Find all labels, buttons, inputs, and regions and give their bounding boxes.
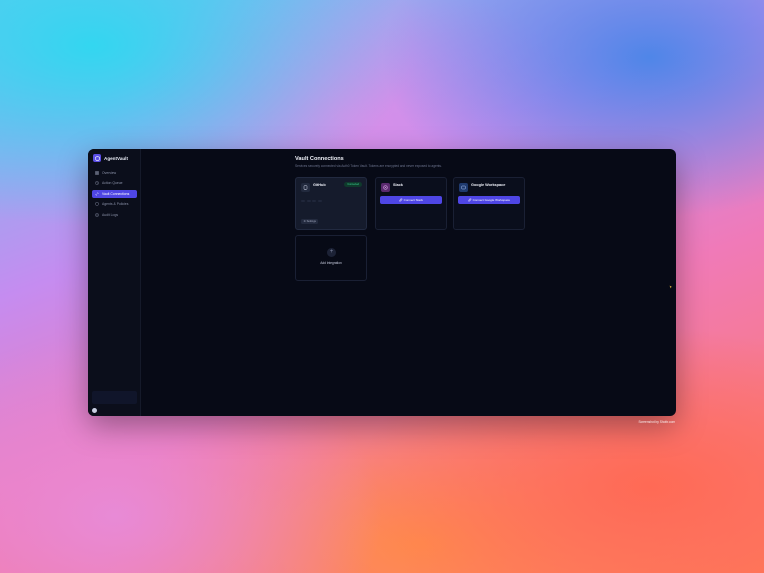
add-integration-title: Add Integration xyxy=(320,261,342,265)
grid-icon xyxy=(95,171,99,175)
scope-chip xyxy=(317,200,322,202)
scope-chip xyxy=(301,200,305,202)
link-icon: 🔗︎ xyxy=(399,198,403,202)
mouse-cursor-icon xyxy=(669,285,673,289)
scope-list xyxy=(301,200,363,202)
clock-icon xyxy=(95,181,99,186)
status-badge: Connected xyxy=(344,182,362,187)
environment-panel xyxy=(92,391,137,404)
connect-slack-button[interactable]: 🔗︎ Connect Slack xyxy=(380,196,442,204)
page-subtitle: Services securely connected via Auth0 To… xyxy=(295,164,442,168)
sidebar-item-label: Overview xyxy=(102,171,117,175)
card-title: Google Workspace xyxy=(471,183,506,187)
sidebar-item-vault-connections[interactable]: Vault Connections xyxy=(92,189,137,198)
sidebar-item-label: Agents & Policies xyxy=(102,202,129,207)
integration-card-github: GitHub Connected ⚙ Settings xyxy=(295,177,367,230)
sidebar-item-label: Vault Connections xyxy=(102,191,130,196)
gear-icon: ⚙ xyxy=(303,220,306,223)
sidebar-item-action-queue[interactable]: Action Queue xyxy=(92,179,137,187)
shield-logo-icon xyxy=(93,154,101,162)
connect-button-label: Connect Slack xyxy=(403,198,423,202)
connect-button-label: Connect Google Workspace xyxy=(472,198,511,202)
shield-icon xyxy=(95,202,99,207)
brand-name: AgentVault xyxy=(104,155,128,161)
document-icon xyxy=(95,212,99,217)
link-icon: 🔗︎ xyxy=(467,198,472,202)
plus-icon[interactable]: + xyxy=(327,248,336,257)
sidebar: AgentVault Overview Action Queue Vault C… xyxy=(88,149,141,416)
scope-chip xyxy=(306,200,311,202)
brand[interactable]: AgentVault xyxy=(93,154,128,162)
connect-google-workspace-button[interactable]: 🔗︎ Connect Google Workspace xyxy=(458,196,520,204)
add-integration-card[interactable]: + Add Integration xyxy=(295,235,367,281)
card-title: GitHub xyxy=(313,183,326,187)
avatar[interactable] xyxy=(92,407,97,413)
slack-icon xyxy=(381,183,390,192)
integration-card-google-workspace: Google Workspace 🔗︎ Connect Google Works… xyxy=(453,177,525,230)
settings-button[interactable]: ⚙ Settings xyxy=(301,219,319,224)
google-icon xyxy=(459,183,468,192)
github-icon xyxy=(301,183,310,192)
screenshot-credit: Screenshot by Shottr.com xyxy=(638,420,676,424)
main-content: Vault Connections Services securely conn… xyxy=(140,149,676,416)
sidebar-item-overview[interactable]: Overview xyxy=(92,169,137,177)
settings-button-label: Settings xyxy=(306,220,316,223)
sidebar-item-label: Audit Logs xyxy=(102,212,119,217)
sidebar-item-label: Action Queue xyxy=(102,181,123,186)
link-icon xyxy=(95,192,99,196)
card-title: Slack xyxy=(393,183,403,187)
sidebar-nav: Overview Action Queue Vault Connections … xyxy=(92,169,137,221)
app-window: AgentVault Overview Action Queue Vault C… xyxy=(88,149,676,416)
sidebar-item-audit-logs[interactable]: Audit Logs xyxy=(92,211,137,219)
page-title: Vault Connections xyxy=(295,156,344,162)
scope-chip xyxy=(312,200,316,202)
integration-card-slack: Slack 🔗︎ Connect Slack xyxy=(375,177,447,230)
sidebar-item-agents-policies[interactable]: Agents & Policies xyxy=(92,200,137,208)
user-row[interactable] xyxy=(92,407,137,413)
